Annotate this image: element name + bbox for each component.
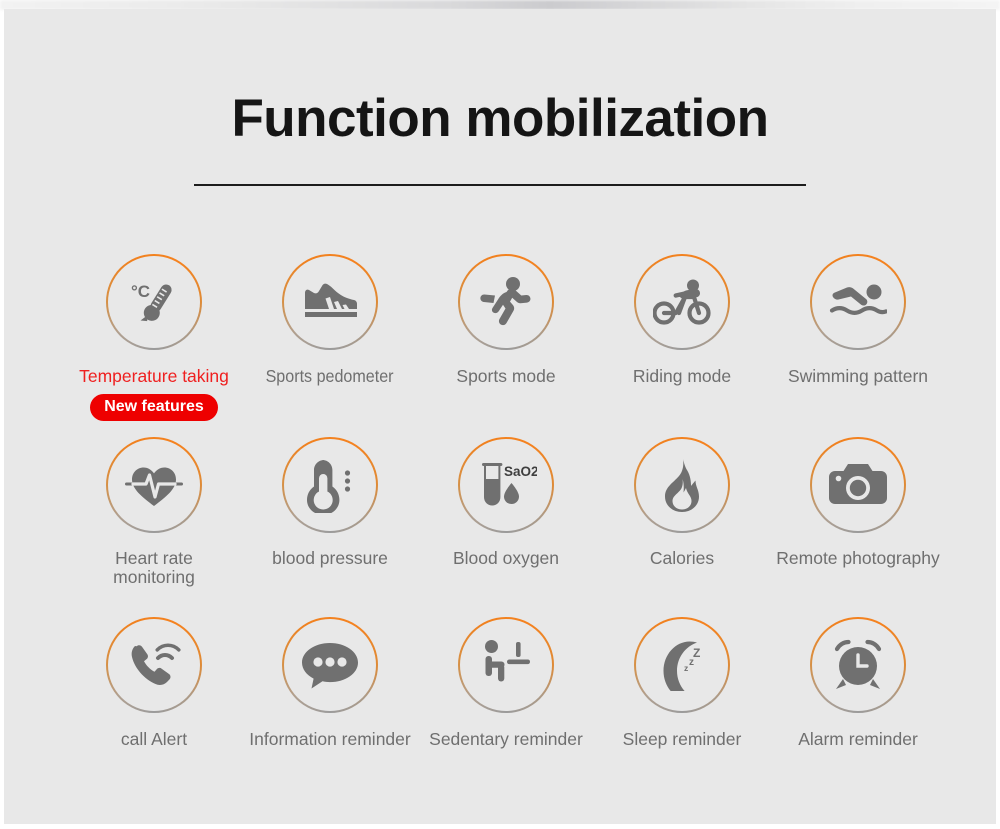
feature-label: Sleep reminder	[622, 729, 742, 749]
feature-item-call-alert[interactable]: call Alert	[66, 617, 242, 792]
flame-icon	[657, 457, 707, 513]
feature-item-sedentary-reminder[interactable]: Sedentary reminder	[418, 617, 594, 792]
heart-pulse-icon	[124, 460, 184, 510]
icon-circle	[458, 617, 554, 713]
icon-circle	[458, 254, 554, 350]
feature-label: Blood oxygen	[452, 548, 560, 568]
icon-circle	[810, 437, 906, 533]
feature-row: Heart rate monitoring blood pressure SaO…	[66, 437, 946, 617]
feature-item-heart-rate-monitoring[interactable]: Heart rate monitoring	[66, 437, 242, 617]
running-person-icon	[479, 275, 533, 329]
svg-text:z: z	[684, 663, 688, 673]
icon-circle	[106, 617, 202, 713]
icon-circle	[810, 617, 906, 713]
icon-circle	[634, 254, 730, 350]
icon-circle	[282, 254, 378, 350]
feature-item-swimming-pattern[interactable]: Swimming pattern	[770, 254, 946, 437]
feature-label: Sports pedometer	[266, 366, 394, 386]
feature-label: Swimming pattern	[787, 366, 929, 386]
feature-page: Function mobilization °C Temperature tak…	[0, 0, 1000, 829]
chat-bubble-dots-icon	[301, 640, 359, 690]
test-tube-sao2-icon: SaO2	[475, 457, 537, 513]
sneaker-shoe-icon	[301, 279, 359, 325]
icon-circle	[282, 617, 378, 713]
icon-circle: Z z z	[634, 617, 730, 713]
feature-label: call Alert	[120, 729, 188, 749]
icon-circle	[282, 437, 378, 533]
content-canvas: Function mobilization °C Temperature tak…	[4, 9, 996, 824]
feature-item-sports-mode[interactable]: Sports mode	[418, 254, 594, 437]
feature-row: call Alert Information reminder Sedentar…	[66, 617, 946, 792]
swimmer-icon	[829, 280, 887, 324]
feature-label: Sports mode	[456, 366, 556, 386]
svg-text:°C: °C	[131, 282, 150, 301]
blood-pressure-gauge-icon	[305, 457, 355, 513]
cyclist-bicycle-icon	[653, 278, 711, 326]
crescent-moon-zzz-icon: Z z z	[653, 639, 711, 691]
feature-label: Riding mode	[632, 366, 732, 386]
page-title: Function mobilization	[231, 89, 769, 148]
feature-label: Heart rate monitoring	[113, 548, 195, 587]
feature-item-information-reminder[interactable]: Information reminder	[242, 617, 418, 792]
icon-circle: SaO2	[458, 437, 554, 533]
feature-item-remote-photography[interactable]: Remote photography	[770, 437, 946, 617]
feature-label: Remote photography	[776, 548, 940, 568]
feature-label: Calories	[649, 548, 715, 568]
feature-label: Alarm reminder	[798, 729, 918, 749]
thermometer-celsius-icon: °C	[126, 274, 182, 330]
feature-item-calories[interactable]: Calories	[594, 437, 770, 617]
svg-text:z: z	[689, 657, 694, 668]
feature-item-blood-pressure[interactable]: blood pressure	[242, 437, 418, 617]
sao2-text: SaO2	[504, 464, 537, 479]
sitting-person-desk-icon	[478, 639, 534, 691]
feature-label: Temperature taking	[79, 366, 229, 386]
feature-label: Sedentary reminder	[429, 729, 583, 749]
feature-item-sports-pedometer[interactable]: Sports pedometer	[242, 254, 418, 437]
feature-item-alarm-reminder[interactable]: Alarm reminder	[770, 617, 946, 792]
feature-item-riding-mode[interactable]: Riding mode	[594, 254, 770, 437]
icon-circle	[106, 437, 202, 533]
feature-item-temperature-taking[interactable]: °C Temperature taking New features	[66, 254, 242, 437]
svg-text:Z: Z	[693, 646, 700, 660]
title-block: Function mobilization	[4, 91, 996, 186]
alarm-clock-icon	[829, 638, 887, 692]
feature-row: °C Temperature taking New features Sport…	[66, 254, 946, 437]
camera-icon	[828, 461, 888, 509]
feature-item-sleep-reminder[interactable]: Z z z Sleep reminder	[594, 617, 770, 792]
feature-label: Information reminder	[249, 729, 411, 749]
icon-circle	[634, 437, 730, 533]
feature-label: blood pressure	[272, 548, 388, 568]
feature-grid: °C Temperature taking New features Sport…	[66, 254, 946, 792]
icon-circle	[810, 254, 906, 350]
icon-circle: °C	[106, 254, 202, 350]
new-features-badge: New features	[90, 393, 218, 421]
title-divider	[194, 183, 806, 186]
feature-item-blood-oxygen[interactable]: SaO2 Blood oxygen	[418, 437, 594, 617]
phone-ringing-icon	[126, 638, 182, 692]
